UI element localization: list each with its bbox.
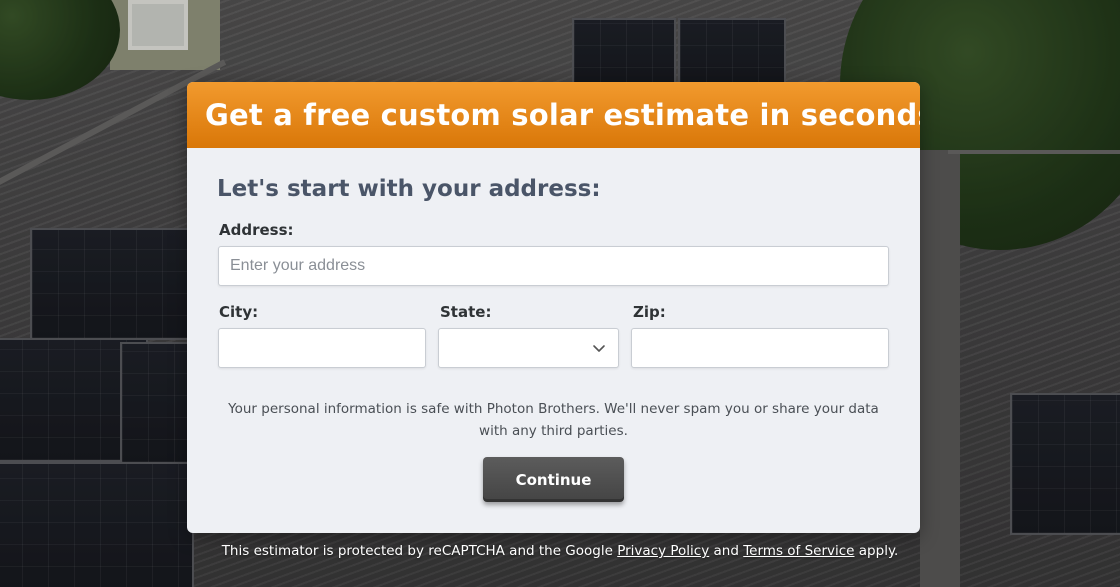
continue-button[interactable]: Continue: [483, 457, 624, 502]
zip-label: Zip:: [633, 303, 666, 321]
state-select[interactable]: [438, 328, 619, 368]
privacy-note: Your personal information is safe with P…: [228, 401, 879, 439]
terms-of-service-link[interactable]: Terms of Service: [743, 543, 854, 559]
card-header: Get a free custom solar estimate in seco…: [187, 82, 920, 148]
zip-input[interactable]: [631, 328, 889, 368]
city-label: City:: [219, 303, 259, 321]
privacy-policy-link[interactable]: Privacy Policy: [617, 543, 709, 559]
state-label: State:: [440, 303, 492, 321]
form-heading: Let's start with your address:: [217, 176, 601, 202]
address-form: Let's start with your address: Address: …: [187, 148, 920, 533]
address-label: Address:: [219, 221, 294, 239]
recaptcha-text: This estimator is protected by reCAPTCHA…: [221, 543, 613, 559]
recaptcha-text-apply: apply.: [858, 543, 899, 559]
chevron-down-icon: [593, 345, 605, 352]
city-input[interactable]: [218, 328, 426, 368]
recaptcha-text-and: and: [713, 543, 739, 559]
page-title: Get a free custom solar estimate in seco…: [205, 98, 920, 132]
address-input[interactable]: [218, 246, 889, 286]
recaptcha-notice: This estimator is protected by reCAPTCHA…: [0, 540, 1120, 562]
estimate-card: Get a free custom solar estimate in seco…: [187, 82, 920, 533]
